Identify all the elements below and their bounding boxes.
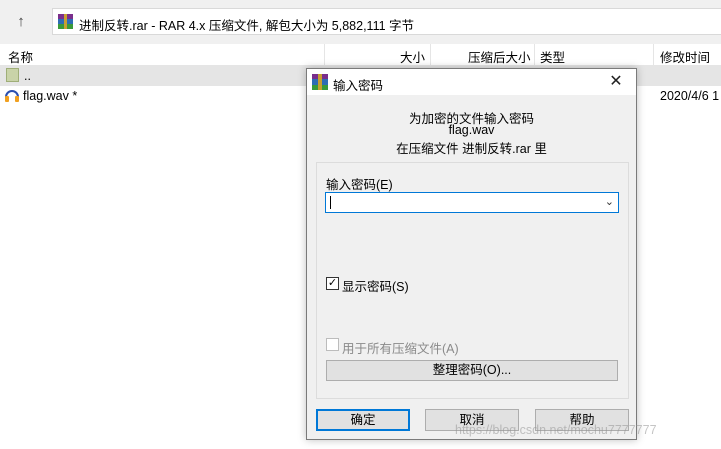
audio-file-icon (5, 90, 19, 102)
password-dialog: 输入密码 ✕ 为加密的文件输入密码 flag.wav 在压缩文件 进制反转.ra… (306, 68, 637, 440)
folder-up-icon (6, 68, 19, 82)
file-name: flag.wav * (23, 89, 78, 103)
toolbar: ↑ 进制反转.rar - RAR 4.x 压缩文件, 解包大小为 5,882,1… (0, 0, 721, 44)
column-modified[interactable]: 修改时间 (660, 47, 710, 66)
column-type[interactable]: 类型 (540, 47, 565, 66)
use-all-checkbox[interactable] (326, 338, 339, 351)
text-caret (330, 196, 331, 209)
column-packed[interactable]: 压缩后大小 (468, 47, 531, 66)
watermark: https://blog.csdn.net/mochu7777777 (455, 423, 657, 437)
dialog-title: 输入密码 (333, 79, 384, 93)
column-divider[interactable] (430, 44, 431, 65)
column-divider[interactable] (324, 44, 325, 65)
file-modified: 2020/4/6 1 (660, 89, 720, 103)
address-bar[interactable]: 进制反转.rar - RAR 4.x 压缩文件, 解包大小为 5,882,111… (52, 8, 721, 35)
column-divider[interactable] (653, 44, 654, 65)
chevron-down-icon[interactable]: ⌄ (605, 195, 614, 208)
password-label: 输入密码(E) (326, 178, 393, 192)
ok-button[interactable]: 确定 (316, 409, 410, 431)
address-text: 进制反转.rar - RAR 4.x 压缩文件, 解包大小为 5,882,111… (79, 19, 415, 33)
password-input[interactable]: ⌄ (325, 192, 619, 213)
close-icon[interactable]: ✕ (596, 69, 636, 95)
column-name[interactable]: 名称 (8, 47, 33, 66)
use-all-label[interactable]: 用于所有压缩文件(A) (342, 338, 459, 357)
dialog-titlebar[interactable]: 输入密码 ✕ (307, 69, 636, 95)
arrow-up-icon[interactable]: ↑ (8, 10, 34, 34)
info-archive: 在压缩文件 进制反转.rar 里 (396, 142, 547, 156)
info-filename: flag.wav (448, 123, 495, 137)
winrar-icon (312, 74, 328, 90)
column-divider[interactable] (534, 44, 535, 65)
rar-archive-icon (58, 14, 73, 29)
file-name: .. (24, 69, 31, 83)
show-password-checkbox[interactable]: ✓ (326, 277, 339, 290)
column-header: 名称 大小 压缩后大小 类型 修改时间 (0, 44, 721, 66)
organize-passwords-button[interactable]: 整理密码(O)... (326, 360, 618, 381)
show-password-label[interactable]: 显示密码(S) (342, 276, 409, 295)
column-size[interactable]: 大小 (400, 47, 425, 66)
